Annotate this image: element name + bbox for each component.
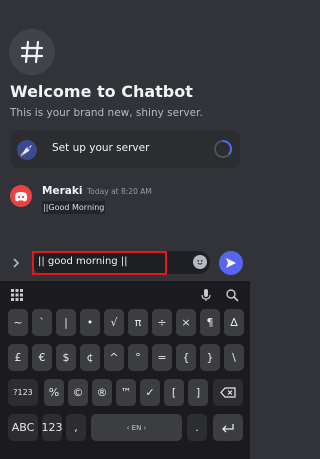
enter-key[interactable]: [213, 414, 243, 441]
key-left-brace[interactable]: {: [176, 344, 196, 371]
hashtag-icon: [9, 29, 55, 75]
key-registered[interactable]: ®: [92, 379, 112, 406]
key-euro[interactable]: €: [32, 344, 52, 371]
key-abc[interactable]: ABC: [8, 414, 38, 441]
key-backtick[interactable]: `: [32, 309, 52, 336]
key-right-brace[interactable]: }: [200, 344, 220, 371]
key-sqrt[interactable]: √: [104, 309, 124, 336]
welcome-title: Welcome to Chatbot: [10, 82, 193, 101]
message-timestamp: Today at 8:20 AM: [87, 187, 152, 196]
key-right-bracket[interactable]: ]: [188, 379, 208, 406]
input-highlight-box: [32, 251, 167, 275]
rocket-icon: [17, 140, 37, 160]
enter-icon: [222, 423, 234, 432]
key-backslash[interactable]: \: [224, 344, 244, 371]
keyboard: ~ ` | • √ π ÷ × ¶ ∆ £ € $ ¢ ^ ° ={} \ ?123% © ® ™ ✓[] ABC 123, ‹ …: [0, 281, 250, 459]
keyboard-toolbar: [0, 281, 250, 309]
send-icon: [226, 258, 236, 268]
key-delta[interactable]: ∆: [224, 309, 244, 336]
key-comma[interactable]: ,: [66, 414, 86, 441]
discord-logo-icon: [14, 191, 28, 201]
key-copyright[interactable]: ©: [68, 379, 88, 406]
search-icon[interactable]: [225, 288, 239, 302]
key-dollar[interactable]: $: [56, 344, 76, 371]
key-cent[interactable]: ¢: [80, 344, 100, 371]
backspace-key[interactable]: [213, 379, 243, 406]
chevron-right-icon[interactable]: [9, 256, 23, 270]
backspace-icon: [220, 387, 236, 398]
key-pilcrow[interactable]: ¶: [200, 309, 220, 336]
key-equals[interactable]: =: [152, 344, 172, 371]
key-numbers[interactable]: 123: [42, 414, 63, 441]
key-left-bracket[interactable]: [: [164, 379, 184, 406]
setup-server-label: Set up your server: [52, 142, 150, 154]
key-bullet[interactable]: •: [80, 309, 100, 336]
avatar[interactable]: [10, 185, 32, 207]
key-period[interactable]: .: [187, 414, 207, 441]
setup-server-card[interactable]: Set up your server: [10, 130, 240, 168]
key-pipe[interactable]: |: [56, 309, 76, 336]
emoji-icon[interactable]: [193, 255, 207, 269]
grid-icon[interactable]: [10, 288, 24, 302]
key-caret[interactable]: ^: [104, 344, 124, 371]
key-pound[interactable]: £: [8, 344, 28, 371]
key-tilde[interactable]: ~: [8, 309, 28, 336]
key-symbols-shift[interactable]: ?123: [8, 379, 38, 406]
message-item[interactable]: Meraki Today at 8:20 AM ||Good Morning: [10, 185, 240, 225]
key-divide[interactable]: ÷: [152, 309, 172, 336]
key-check[interactable]: ✓: [140, 379, 160, 406]
key-symbols-shift-label: ?123: [13, 388, 33, 397]
message-author[interactable]: Meraki: [42, 185, 82, 197]
key-multiply[interactable]: ×: [176, 309, 196, 336]
setup-progress-ring: [214, 140, 232, 158]
key-degree[interactable]: °: [128, 344, 148, 371]
message-text: ||Good Morning: [42, 201, 106, 214]
send-button[interactable]: [219, 251, 243, 275]
space-key[interactable]: ‹ EN ›: [91, 414, 182, 441]
microphone-icon[interactable]: [199, 288, 213, 302]
welcome-subtitle: This is your brand new, shiny server.: [10, 107, 203, 119]
key-pi[interactable]: π: [128, 309, 148, 336]
key-percent[interactable]: %: [44, 379, 64, 406]
key-trademark[interactable]: ™: [116, 379, 136, 406]
space-key-label: ‹ EN ›: [126, 423, 147, 432]
